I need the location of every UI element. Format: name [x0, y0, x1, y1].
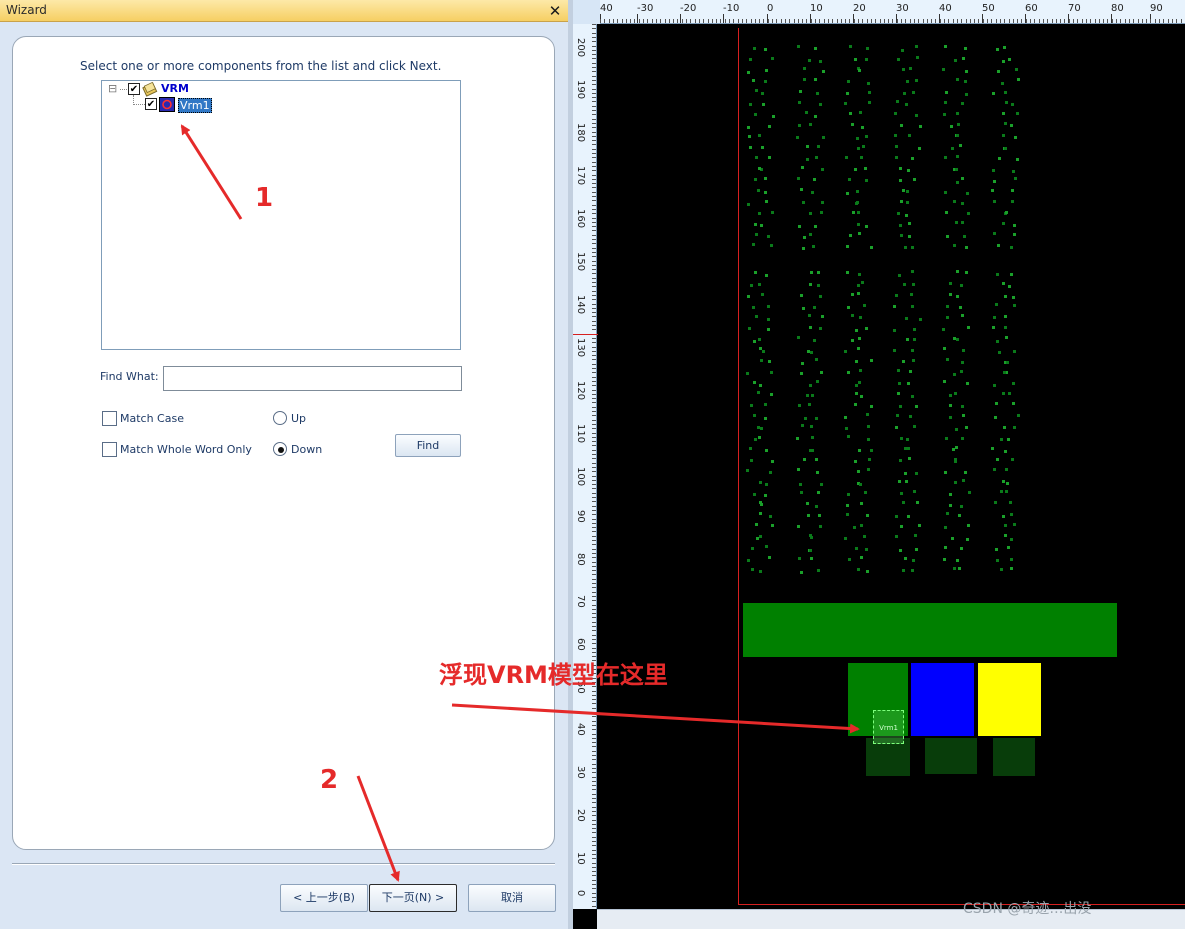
arrow-2 [356, 775, 400, 882]
annotation-marker-2: 2 [320, 765, 339, 795]
annotation-marker-1: 1 [255, 183, 274, 213]
annotation-arrows [180, 124, 860, 882]
annotation-callout: 浮现VRM模型在这里 [439, 661, 668, 689]
arrow-1 [180, 124, 243, 220]
watermark: CSDN @奇迹…出没 [963, 901, 1092, 917]
arrow-3 [451, 703, 860, 734]
